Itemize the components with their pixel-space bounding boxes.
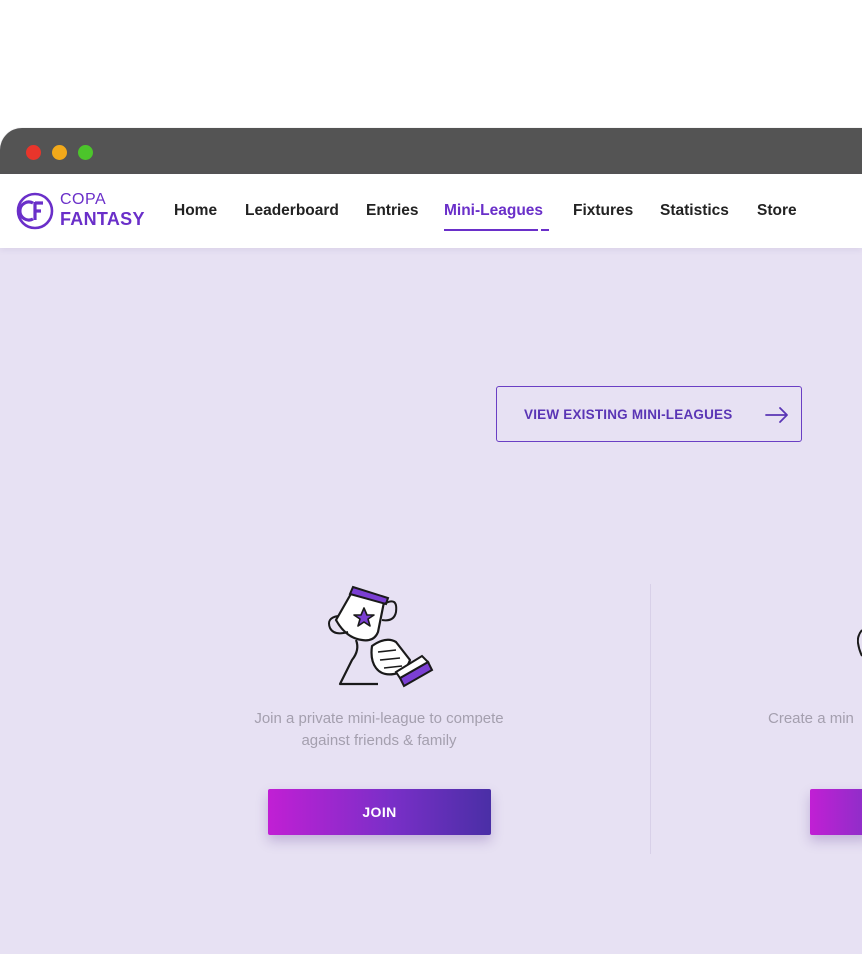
brand-name-bottom: FANTASY: [60, 209, 145, 229]
create-description: Create a min: [768, 710, 854, 727]
nav-item-entries[interactable]: Entries: [366, 202, 419, 220]
maximize-window-button[interactable]: [78, 145, 93, 160]
join-description: Join a private mini-league to compete ag…: [200, 708, 558, 752]
view-existing-label: VIEW EXISTING MINI-LEAGUES: [524, 407, 733, 422]
browser-window: COPA FANTASY Home Leaderboard Entries Mi…: [0, 128, 862, 954]
brand-name-top: COPA: [60, 191, 107, 208]
join-button[interactable]: JOIN: [268, 789, 491, 835]
arrow-right-icon: [765, 407, 788, 423]
view-existing-mini-leagues-button[interactable]: VIEW EXISTING MINI-LEAGUES: [496, 386, 802, 442]
join-button-label: JOIN: [362, 804, 397, 820]
copa-fantasy-logo-icon: [16, 192, 54, 230]
close-window-button[interactable]: [26, 145, 41, 160]
nav-item-home[interactable]: Home: [174, 202, 217, 220]
nav-item-leaderboard[interactable]: Leaderboard: [245, 202, 339, 220]
nav-item-statistics[interactable]: Statistics: [660, 202, 729, 220]
active-nav-indicator-tail: [541, 229, 549, 231]
join-description-line2: against friends & family: [301, 732, 457, 749]
window-titlebar: [0, 128, 862, 174]
nav-item-fixtures[interactable]: Fixtures: [573, 202, 633, 220]
join-description-line1: Join a private mini-league to compete: [254, 710, 504, 727]
active-nav-indicator: [444, 229, 538, 231]
nav-item-store[interactable]: Store: [757, 202, 797, 220]
create-button[interactable]: [810, 789, 862, 835]
create-league-icon: [857, 629, 862, 657]
section-divider: [650, 584, 651, 854]
trophy-icon: [328, 585, 434, 688]
top-navbar: COPA FANTASY Home Leaderboard Entries Mi…: [0, 174, 862, 248]
minimize-window-button[interactable]: [52, 145, 67, 160]
nav-item-mini-leagues[interactable]: Mini-Leagues: [444, 202, 543, 220]
